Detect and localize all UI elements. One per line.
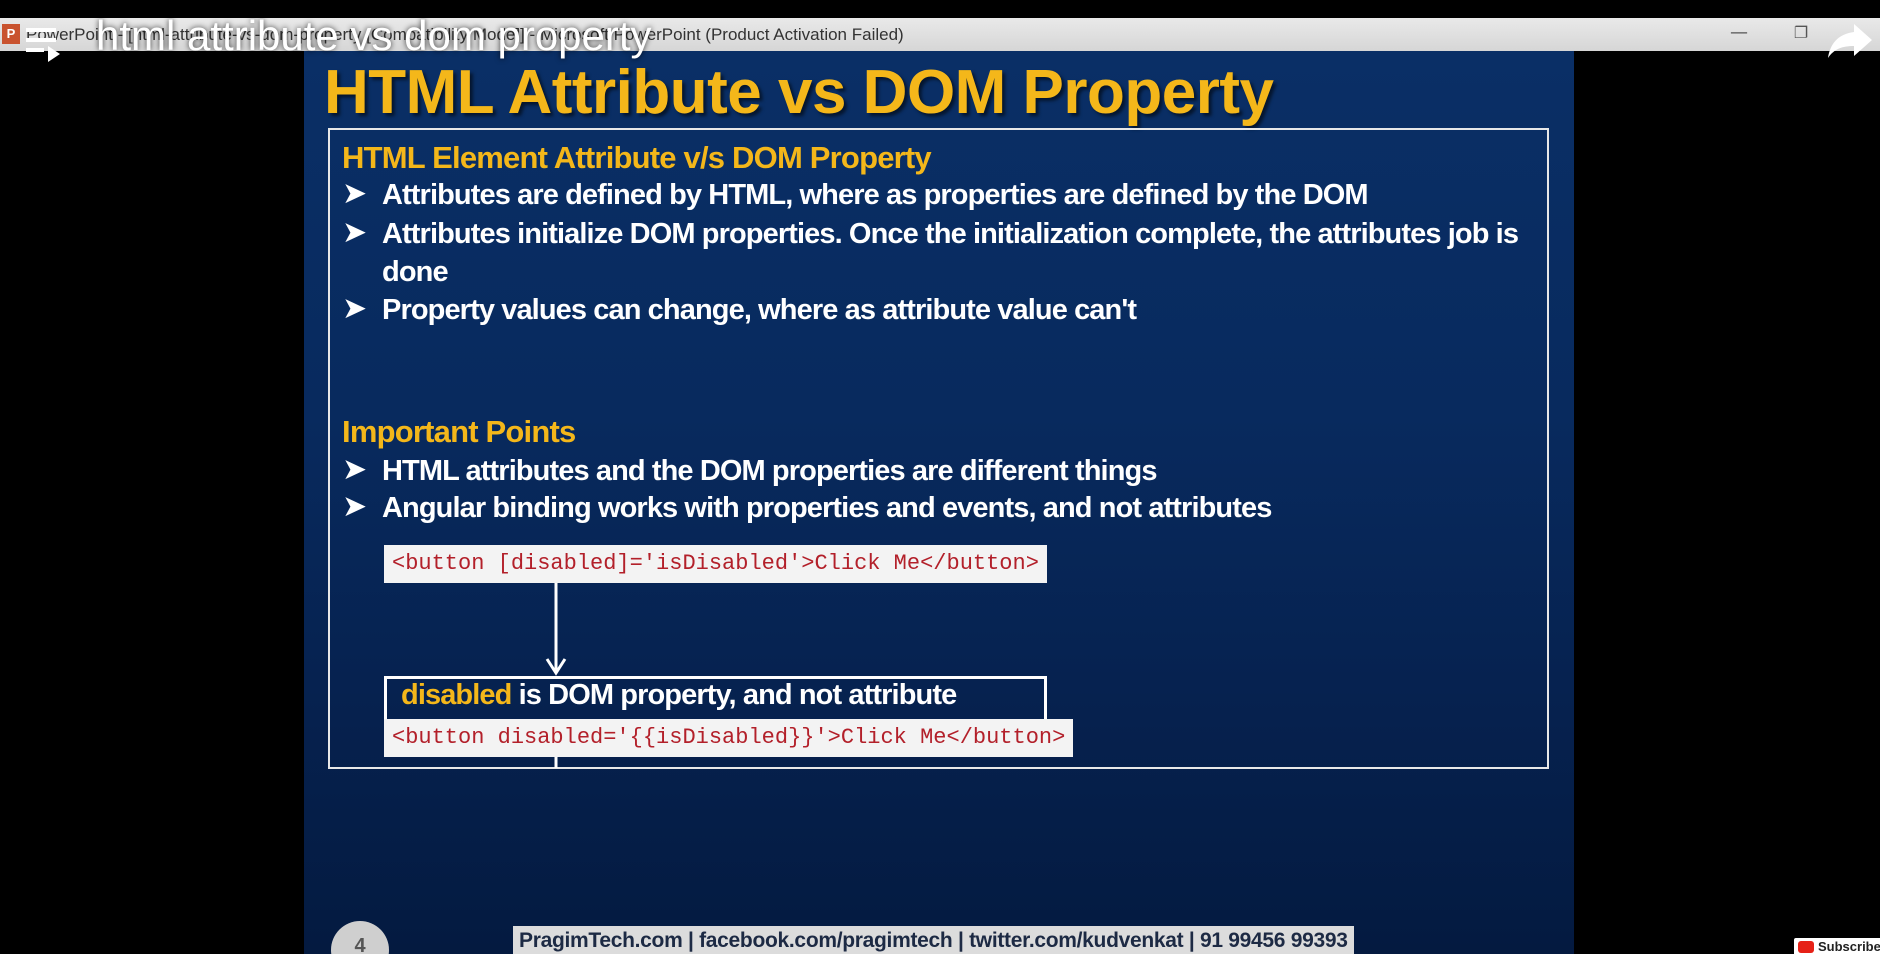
callout-dom-property: disabled is DOM property, and not attrib… xyxy=(384,676,1047,724)
slide: HTML Attribute vs DOM Property HTML Elem… xyxy=(304,51,1574,954)
arrow-bullet-icon: ➤ xyxy=(342,291,368,326)
bullet-text: Attributes initialize DOM properties. On… xyxy=(382,218,1519,288)
arrow-bullet-icon: ➤ xyxy=(342,215,368,250)
youtube-logo-icon xyxy=(1798,941,1814,953)
playlist-icon[interactable] xyxy=(26,24,72,64)
bullet-text: Angular binding works with properties an… xyxy=(382,492,1272,524)
slide-title: HTML Attribute vs DOM Property xyxy=(324,58,1274,127)
code-snippet-interpolation: <button disabled='{{isDisabled}}'>Click … xyxy=(384,719,1074,757)
section-heading-attribute-vs-property: HTML Element Attribute v/s DOM Property xyxy=(342,140,932,175)
powerpoint-app-icon: P xyxy=(2,24,20,44)
slide-footer: PragimTech.com | facebook.com/pragimtech… xyxy=(513,926,1354,954)
subscribe-label: Subscribe xyxy=(1818,939,1880,954)
code-snippet-property-binding: <button [disabled]='isDisabled'>Click Me… xyxy=(384,545,1047,583)
share-icon[interactable] xyxy=(1826,16,1876,66)
bullet-text: HTML attributes and the DOM properties a… xyxy=(382,455,1157,487)
slide-content-box: HTML Element Attribute v/s DOM Property … xyxy=(328,128,1549,769)
arrow-bullet-icon: ➤ xyxy=(342,452,368,487)
bullet-text: Attributes are defined by HTML, where as… xyxy=(382,179,1369,211)
subscribe-button[interactable]: Subscribe xyxy=(1794,938,1880,954)
callout-text: is DOM property, and not attribute xyxy=(511,679,958,711)
arrow-bullet-icon: ➤ xyxy=(342,176,368,211)
video-title[interactable]: html attribute vs dom property xyxy=(96,12,652,60)
restore-icon: ❐ xyxy=(1793,23,1809,42)
video-player[interactable]: P PowerPoint - [html-attribute-vs-dom-pr… xyxy=(0,0,1880,954)
section-heading-important-points: Important Points xyxy=(342,414,576,449)
arrow-down-icon xyxy=(545,583,567,676)
callout-keyword: disabled xyxy=(401,679,512,711)
bullet-text: Property values can change, where as att… xyxy=(382,294,1137,326)
slide-number: 4 xyxy=(331,921,389,954)
minimize-icon: — xyxy=(1730,22,1748,43)
arrow-bullet-icon: ➤ xyxy=(342,489,368,524)
